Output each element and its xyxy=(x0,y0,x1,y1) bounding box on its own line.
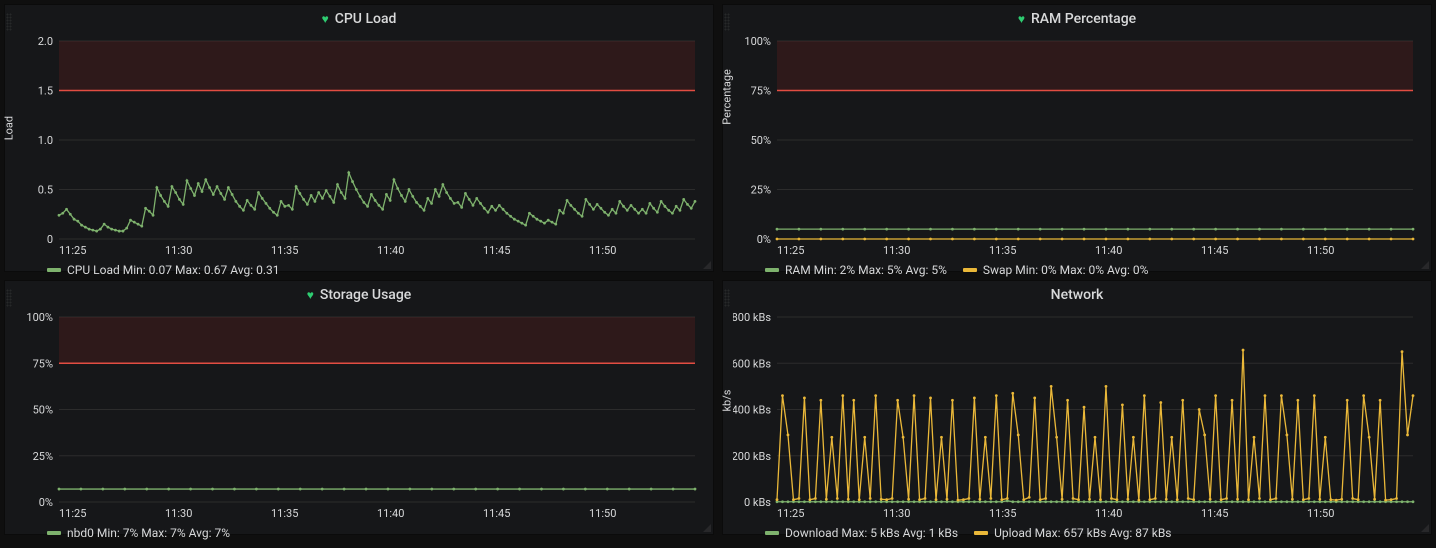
resize-handle[interactable] xyxy=(1419,259,1429,269)
svg-text:11:35: 11:35 xyxy=(271,244,298,257)
svg-text:600 kBs: 600 kBs xyxy=(733,357,771,370)
svg-text:75%: 75% xyxy=(33,357,53,370)
drag-handle[interactable] xyxy=(6,13,12,31)
heart-icon: ♥ xyxy=(1018,12,1025,26)
svg-text:11:40: 11:40 xyxy=(377,244,404,257)
svg-text:11:45: 11:45 xyxy=(483,507,510,520)
legend-item[interactable]: Swap Min: 0% Max: 0% Avg: 0% xyxy=(963,263,1149,277)
svg-text:11:30: 11:30 xyxy=(165,507,192,520)
panel-cpu[interactable]: ♥ CPU Load Load 0 0.5 1.0 1.5 2.0 11:25 11:30 1… xyxy=(4,4,714,272)
svg-text:0 kBs: 0 kBs xyxy=(744,496,771,509)
svg-text:11:45: 11:45 xyxy=(1201,244,1228,257)
plot-ram[interactable]: Percentage 0%25%50%75%100%11:2511:3011:3… xyxy=(733,35,1421,257)
legend-text: Swap Min: 0% Max: 0% Avg: 0% xyxy=(983,263,1149,277)
svg-text:1.5: 1.5 xyxy=(38,85,53,98)
plot-cpu[interactable]: Load 00.51.01.52.011:2511:3011:3511:4011… xyxy=(15,35,703,257)
legend-swatch xyxy=(47,531,61,535)
svg-text:0%: 0% xyxy=(757,233,771,246)
drag-handle[interactable] xyxy=(6,289,12,307)
legend-swatch xyxy=(963,268,977,272)
legend-item[interactable]: nbd0 Min: 7% Max: 7% Avg: 7% xyxy=(47,526,230,540)
panel-network[interactable]: Network kb/s 0 kBs 200 kBs 400 kBs 600 kBs 8… xyxy=(722,280,1432,535)
svg-text:11:25: 11:25 xyxy=(59,244,86,257)
legend-text: Download Max: 5 kBs Avg: 1 kBs xyxy=(785,526,958,540)
svg-text:11:50: 11:50 xyxy=(589,244,616,257)
legend-item[interactable]: Upload Max: 657 kBs Avg: 87 kBs xyxy=(974,526,1171,540)
panel-ram[interactable]: ♥ RAM Percentage Percentage 0% 25% 50% 75% 1… xyxy=(722,4,1432,272)
svg-text:0%: 0% xyxy=(39,496,53,509)
heart-icon: ♥ xyxy=(307,288,314,302)
svg-text:50%: 50% xyxy=(751,134,771,147)
title-text: CPU Load xyxy=(335,11,397,27)
legend-swatch xyxy=(765,268,779,272)
svg-text:11:50: 11:50 xyxy=(589,507,616,520)
resize-handle[interactable] xyxy=(701,259,711,269)
legend-item[interactable]: RAM Min: 2% Max: 5% Avg: 5% xyxy=(765,263,947,277)
ylabel: kb/s xyxy=(721,389,734,411)
legend-text: nbd0 Min: 7% Max: 7% Avg: 7% xyxy=(67,526,230,540)
ylabel: Percentage xyxy=(721,69,734,125)
svg-text:100%: 100% xyxy=(26,311,53,324)
title-text: Storage Usage xyxy=(320,287,411,303)
legend-swatch xyxy=(765,531,779,535)
legend-network: Download Max: 5 kBs Avg: 1 kBs Upload Max… xyxy=(723,520,1431,548)
svg-text:11:40: 11:40 xyxy=(1095,244,1122,257)
legend-swatch xyxy=(47,268,61,272)
svg-text:11:45: 11:45 xyxy=(483,244,510,257)
svg-text:100%: 100% xyxy=(744,35,771,48)
title-text: RAM Percentage xyxy=(1031,11,1136,27)
legend-text: CPU Load Min: 0.07 Max: 0.67 Avg: 0.31 xyxy=(67,263,280,277)
panel-storage[interactable]: ♥ Storage Usage 0% 25% 50% 75% 100% 11:25 11:3… xyxy=(4,280,714,535)
svg-text:11:35: 11:35 xyxy=(271,507,298,520)
svg-text:25%: 25% xyxy=(33,450,53,463)
dashboard-grid: ♥ CPU Load Load 0 0.5 1.0 1.5 2.0 11:25 11:30 1… xyxy=(0,0,1436,539)
panel-title-network[interactable]: Network xyxy=(723,281,1431,307)
svg-text:50%: 50% xyxy=(33,404,53,417)
svg-text:2.0: 2.0 xyxy=(38,35,53,48)
legend-item[interactable]: Download Max: 5 kBs Avg: 1 kBs xyxy=(765,526,958,540)
svg-text:1.0: 1.0 xyxy=(38,134,53,147)
legend-text: Upload Max: 657 kBs Avg: 87 kBs xyxy=(994,526,1171,540)
svg-text:11:30: 11:30 xyxy=(883,507,910,520)
svg-text:11:50: 11:50 xyxy=(1307,507,1334,520)
svg-text:800 kBs: 800 kBs xyxy=(733,311,771,324)
svg-text:11:35: 11:35 xyxy=(989,507,1016,520)
svg-text:25%: 25% xyxy=(751,184,771,197)
svg-text:11:30: 11:30 xyxy=(883,244,910,257)
svg-text:11:25: 11:25 xyxy=(59,507,86,520)
legend-storage: nbd0 Min: 7% Max: 7% Avg: 7% xyxy=(5,520,713,548)
ylabel: Load xyxy=(3,116,16,140)
legend-item[interactable]: CPU Load Min: 0.07 Max: 0.67 Avg: 0.31 xyxy=(47,263,280,277)
svg-text:11:45: 11:45 xyxy=(1201,507,1228,520)
legend-swatch xyxy=(974,531,988,535)
drag-handle[interactable] xyxy=(724,289,730,307)
svg-text:11:35: 11:35 xyxy=(989,244,1016,257)
svg-text:0.5: 0.5 xyxy=(38,184,53,197)
legend-text: RAM Min: 2% Max: 5% Avg: 5% xyxy=(785,263,947,277)
panel-title-ram[interactable]: ♥ RAM Percentage xyxy=(723,5,1431,31)
svg-text:11:50: 11:50 xyxy=(1307,244,1334,257)
panel-title-storage[interactable]: ♥ Storage Usage xyxy=(5,281,713,307)
heart-icon: ♥ xyxy=(322,12,329,26)
svg-text:400 kBs: 400 kBs xyxy=(733,404,771,417)
panel-title-cpu[interactable]: ♥ CPU Load xyxy=(5,5,713,31)
title-text: Network xyxy=(1051,287,1104,303)
svg-text:11:30: 11:30 xyxy=(165,244,192,257)
svg-text:11:25: 11:25 xyxy=(777,507,804,520)
plot-storage[interactable]: 0% 25% 50% 75% 100% 11:25 11:30 11:35 11:40 11:45… xyxy=(15,311,703,520)
drag-handle[interactable] xyxy=(724,13,730,31)
svg-text:0: 0 xyxy=(47,233,53,246)
svg-text:11:40: 11:40 xyxy=(1095,507,1122,520)
plot-network[interactable]: kb/s 0 kBs200 kBs400 kBs600 kBs800 kBs11… xyxy=(733,311,1421,520)
svg-text:11:25: 11:25 xyxy=(777,244,804,257)
svg-text:75%: 75% xyxy=(751,85,771,98)
svg-text:200 kBs: 200 kBs xyxy=(733,450,771,463)
svg-text:11:40: 11:40 xyxy=(377,507,404,520)
